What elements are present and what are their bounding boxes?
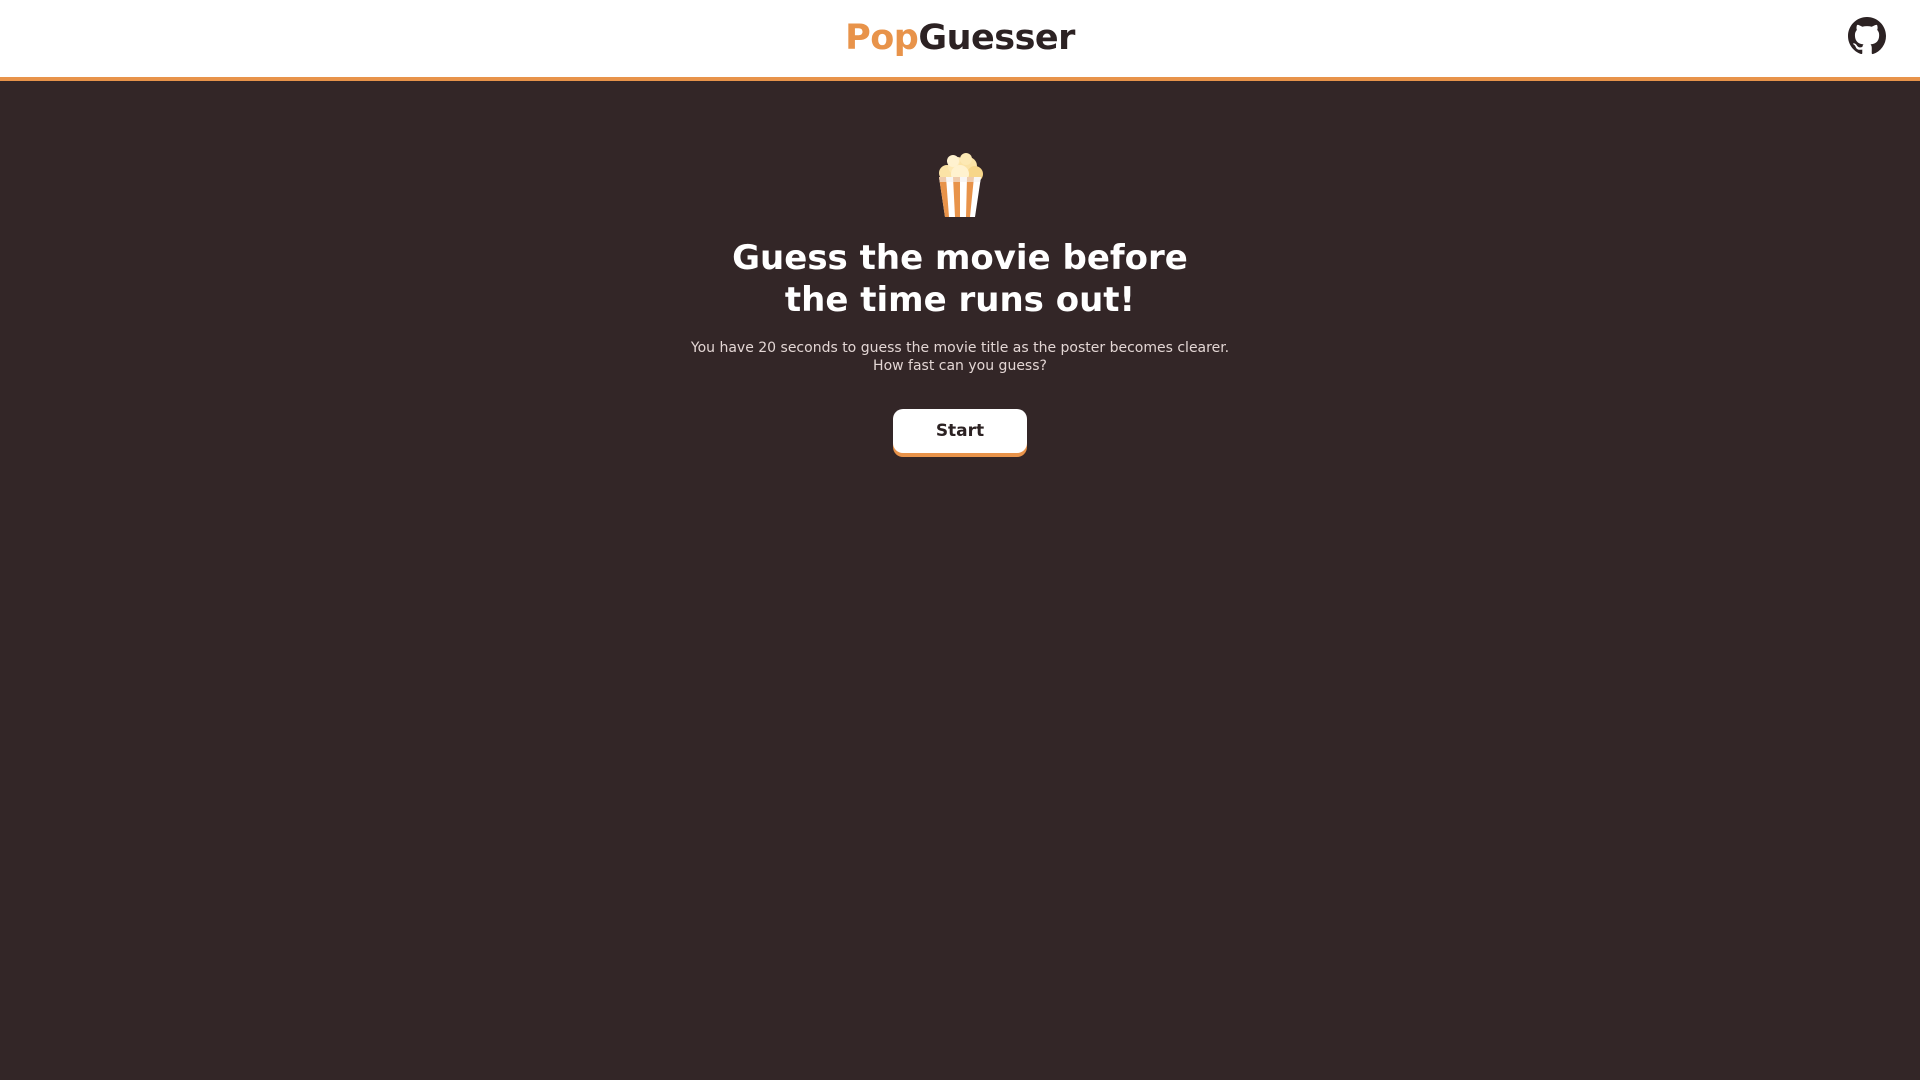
start-button[interactable]: Start [893,409,1027,453]
github-link[interactable] [1848,17,1886,55]
headline: Guess the movie before the time runs out… [560,237,1360,321]
subtitle: You have 20 seconds to guess the movie t… [560,339,1360,375]
brand-guesser: Guesser [918,18,1075,58]
popcorn-icon [935,153,985,219]
subtitle-line-1: You have 20 seconds to guess the movie t… [690,340,1230,356]
brand-logo: PopGuesser [0,0,1920,77]
top-header: PopGuesser [0,0,1920,81]
subtitle-line-2: How fast can you guess? [873,358,1047,374]
main-content: Guess the movie before the time runs out… [0,81,1920,1080]
brand-pop: Pop [845,18,919,58]
popcorn-icon-graphic [939,153,983,217]
headline-line-2: the time runs out! [784,280,1136,320]
headline-line-1: Guess the movie before [732,238,1188,278]
github-icon [1848,17,1886,55]
